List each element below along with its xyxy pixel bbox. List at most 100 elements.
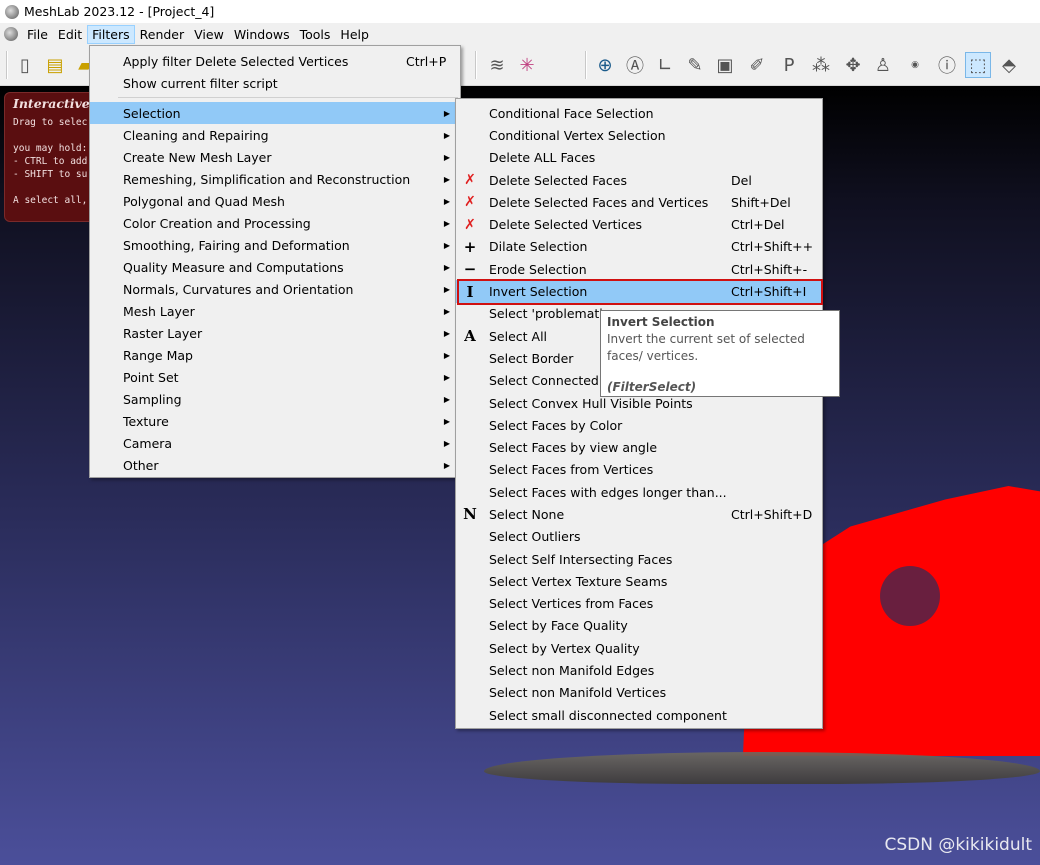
- menu-help[interactable]: Help: [335, 25, 374, 44]
- selection-item[interactable]: Select Self Intersecting Faces: [456, 548, 822, 570]
- selection-item[interactable]: Select Outliers: [456, 526, 822, 548]
- menu-item-label: Cleaning and Repairing: [123, 127, 269, 143]
- selection-item[interactable]: Select small disconnected component: [456, 704, 822, 726]
- align-icon[interactable]: ⁂: [808, 52, 834, 78]
- submenu-arrow-icon: ▶: [443, 262, 450, 272]
- annotate-icon[interactable]: Ⓐ: [622, 52, 648, 78]
- menu-item-sampling[interactable]: Sampling ▶: [90, 388, 460, 410]
- measure-icon[interactable]: ∟: [652, 52, 678, 78]
- select-vertices-icon[interactable]: ⬘: [996, 52, 1022, 78]
- brush-icon[interactable]: ✐: [744, 52, 770, 78]
- menu-item-selection[interactable]: Selection ▶: [90, 102, 460, 124]
- open-project-icon[interactable]: ▤: [42, 52, 68, 78]
- window-title: MeshLab 2023.12 - [Project_4]: [24, 4, 215, 19]
- submenu-arrow-icon: ▶: [443, 174, 450, 184]
- menu-item-other[interactable]: Other ▶: [90, 454, 460, 476]
- selection-item[interactable]: ✗ Delete Selected Vertices Ctrl+Del: [456, 213, 822, 235]
- submenu-arrow-icon: ▶: [443, 130, 450, 140]
- new-file-icon[interactable]: ▯: [12, 52, 38, 78]
- selection-item[interactable]: Select Vertices from Faces: [456, 593, 822, 615]
- selection-item[interactable]: Select Faces with edges longer than...: [456, 481, 822, 503]
- selection-item-label: Delete ALL Faces: [489, 150, 596, 166]
- globe-icon[interactable]: ⊕: [592, 52, 618, 78]
- menu-item-label: Remeshing, Simplification and Reconstruc…: [123, 171, 411, 187]
- menu-item-normals[interactable]: Normals, Curvatures and Orientation ▶: [90, 278, 460, 300]
- minus-icon: −: [463, 260, 477, 279]
- menu-item-label: Quality Measure and Computations: [123, 259, 344, 275]
- menu-item-label: Apply filter Delete Selected Vertices: [123, 53, 349, 69]
- menu-item-color[interactable]: Color Creation and Processing ▶: [90, 212, 460, 234]
- menu-item-label: Smoothing, Fairing and Deformation: [123, 237, 350, 253]
- ground-point-cloud: [484, 752, 1040, 784]
- menu-windows[interactable]: Windows: [229, 25, 295, 44]
- menu-filters[interactable]: Filters: [87, 24, 135, 44]
- menu-item-camera[interactable]: Camera ▶: [90, 432, 460, 454]
- menu-view[interactable]: View: [189, 25, 229, 44]
- shortcut-label: Shift+Del: [731, 194, 791, 210]
- menu-item-point-set[interactable]: Point Set ▶: [90, 366, 460, 388]
- submenu-arrow-icon: ▶: [443, 460, 450, 470]
- selection-item[interactable]: Delete ALL Faces: [456, 147, 822, 169]
- menu-item-remeshing[interactable]: Remeshing, Simplification and Reconstruc…: [90, 168, 460, 190]
- menu-render[interactable]: Render: [135, 25, 190, 44]
- menu-item-label: Normals, Curvatures and Orientation: [123, 281, 354, 297]
- menu-bar: File Edit Filters Render View Windows To…: [0, 23, 1040, 45]
- menu-item-label: Polygonal and Quad Mesh: [123, 193, 285, 209]
- selection-item[interactable]: Select Vertex Texture Seams: [456, 570, 822, 592]
- menu-item-texture[interactable]: Texture ▶: [90, 410, 460, 432]
- menu-item-polygonal[interactable]: Polygonal and Quad Mesh ▶: [90, 190, 460, 212]
- menu-edit[interactable]: Edit: [53, 25, 87, 44]
- georef-icon[interactable]: ◉: [902, 52, 928, 78]
- selection-item-label: Select non Manifold Vertices: [489, 685, 667, 701]
- shortcut-label: Del: [731, 172, 752, 188]
- menu-item-mesh-layer[interactable]: Mesh Layer ▶: [90, 300, 460, 322]
- paint-icon[interactable]: ✎: [682, 52, 708, 78]
- selection-item[interactable]: Select by Vertex Quality: [456, 637, 822, 659]
- selection-item-label: Delete Selected Faces and Vertices: [489, 194, 709, 210]
- menu-item-cleaning[interactable]: Cleaning and Repairing ▶: [90, 124, 460, 146]
- selection-item[interactable]: Select non Manifold Edges: [456, 659, 822, 681]
- snapshot-icon[interactable]: ▣: [712, 52, 738, 78]
- menu-item-smoothing[interactable]: Smoothing, Fairing and Deformation ▶: [90, 234, 460, 256]
- select-faces-icon[interactable]: ⬚: [965, 52, 991, 78]
- submenu-arrow-icon: ▶: [443, 196, 450, 206]
- menu-item-label: Color Creation and Processing: [123, 215, 311, 231]
- mesh-hole: [880, 566, 940, 626]
- submenu-arrow-icon: ▶: [443, 284, 450, 294]
- selection-item-label: Select Faces by view angle: [489, 440, 658, 456]
- selection-item[interactable]: Select by Face Quality: [456, 615, 822, 637]
- menu-tools[interactable]: Tools: [295, 25, 336, 44]
- selection-item[interactable]: Select non Manifold Vertices: [456, 682, 822, 704]
- selection-item[interactable]: + Dilate Selection Ctrl+Shift++: [456, 236, 822, 258]
- layers-icon[interactable]: ≋: [484, 52, 510, 78]
- submenu-arrow-icon: ▶: [443, 350, 450, 360]
- menu-item-apply-filter[interactable]: Apply filter Delete Selected Vertices Ct…: [90, 50, 460, 72]
- manipulator-icon[interactable]: ♙: [870, 52, 896, 78]
- vertex-edit-icon[interactable]: ✥: [840, 52, 866, 78]
- menu-item-create-mesh[interactable]: Create New Mesh Layer ▶: [90, 146, 460, 168]
- selection-item[interactable]: Conditional Face Selection: [456, 102, 822, 124]
- menu-item-raster-layer[interactable]: Raster Layer ▶: [90, 322, 460, 344]
- info-icon[interactable]: ⓘ: [934, 52, 960, 78]
- selection-item[interactable]: Select Faces by view angle: [456, 436, 822, 458]
- menu-file[interactable]: File: [22, 25, 53, 44]
- selection-item-label: Select Convex Hull Visible Points: [489, 395, 693, 411]
- menu-item-show-script[interactable]: Show current filter script: [90, 72, 460, 94]
- submenu-arrow-icon: ▶: [443, 306, 450, 316]
- toolbar-separator: [6, 51, 8, 79]
- selection-item[interactable]: Conditional Vertex Selection: [456, 124, 822, 146]
- selection-item[interactable]: Select Faces from Vertices: [456, 459, 822, 481]
- selection-item[interactable]: ✗ Delete Selected Faces Del: [456, 169, 822, 191]
- pickpoints-icon[interactable]: P: [776, 52, 802, 78]
- selection-item[interactable]: ✗ Delete Selected Faces and Vertices Shift…: [456, 191, 822, 213]
- delete-icon: ✗: [464, 216, 476, 233]
- selection-item[interactable]: Select Faces by Color: [456, 414, 822, 436]
- selection-item-label: Select by Vertex Quality: [489, 640, 640, 656]
- menu-item-quality[interactable]: Quality Measure and Computations ▶: [90, 256, 460, 278]
- app-menu-icon[interactable]: [4, 27, 18, 41]
- selection-item[interactable]: − Erode Selection Ctrl+Shift+-: [456, 258, 822, 280]
- selection-item-label: Conditional Vertex Selection: [489, 127, 666, 143]
- selection-item[interactable]: N Select None Ctrl+Shift+D: [456, 503, 822, 525]
- axes-icon[interactable]: ✳: [514, 52, 540, 78]
- menu-item-range-map[interactable]: Range Map ▶: [90, 344, 460, 366]
